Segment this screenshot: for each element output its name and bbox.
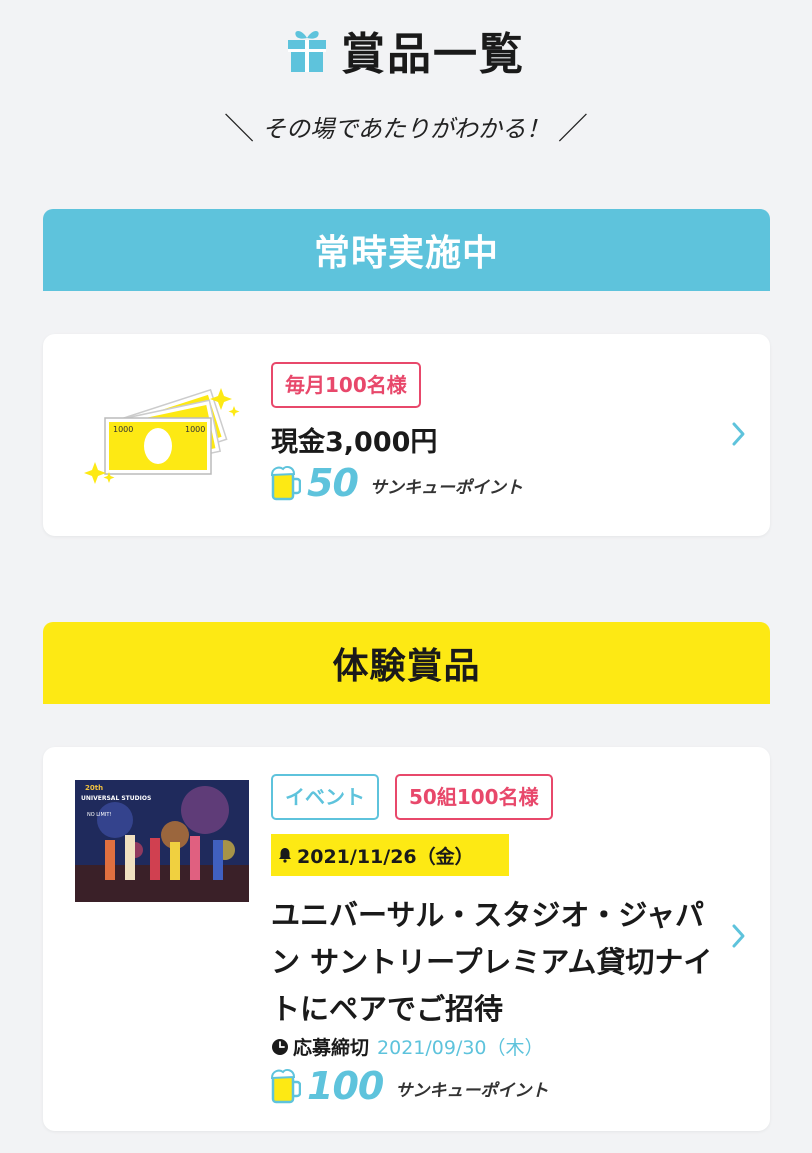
svg-text:UNIVERSAL STUDIOS: UNIVERSAL STUDIOS [81, 795, 151, 802]
bell-icon [279, 848, 291, 863]
prize-content: イベント 50組100名様 2021/11/26（金） ユニバーサル・スタジオ・… [271, 774, 716, 1108]
chevron-right-icon[interactable] [730, 420, 748, 448]
subtitle-text: その場であたりがわかる！ [262, 114, 550, 143]
backslash-decoration: ＼ [224, 112, 255, 147]
svg-text:1000: 1000 [185, 425, 205, 434]
deadline-date: 2021/09/30（木） [377, 1037, 544, 1059]
page-header: 賞品一覧 ＼ その場であたりがわかる！ ／ [0, 18, 812, 148]
prize-content: 毎月100名様 現金3,000円 50 サンキューポイント [271, 362, 523, 505]
points-unit: サンキューポイント [395, 1081, 549, 1101]
section-banner-always: 常時実施中 [43, 209, 770, 291]
points-row: 50 サンキューポイント [271, 461, 523, 505]
chevron-right-icon[interactable] [730, 922, 748, 950]
tag-row: イベント 50組100名様 [271, 774, 716, 820]
event-date: 2021/11/26（金） [297, 845, 474, 868]
points-value: 100 [307, 1064, 384, 1108]
page-title: 賞品一覧 [341, 29, 525, 80]
section-banner-experience: 体験賞品 [43, 622, 770, 704]
points-value: 50 [307, 461, 359, 505]
title-row: 賞品一覧 [0, 18, 812, 82]
quantity-tag: 50組100名様 [395, 774, 553, 820]
slash-decoration: ／ [557, 112, 588, 147]
points-row: 100 サンキューポイント [271, 1064, 716, 1108]
clock-icon [272, 1038, 288, 1055]
gift-icon [288, 31, 326, 72]
prize-name: 現金3,000円 [271, 427, 438, 458]
deadline-row: 応募締切 2021/09/30（木） [271, 1033, 716, 1060]
prize-card-usj[interactable]: 20th UNIVERSAL STUDIOS NO LIMIT! イベント 50… [43, 747, 770, 1131]
prize-name: ユニバーサル・スタジオ・ジャパン サントリープレミアム貸切ナイトにペアでご招待 [271, 898, 713, 1026]
svg-text:20th: 20th [85, 784, 103, 792]
deadline-label: 応募締切 [293, 1037, 370, 1059]
page-subtitle: ＼ その場であたりがわかる！ ／ [0, 104, 812, 148]
svg-text:1000: 1000 [113, 425, 133, 434]
beer-mug-icon [271, 465, 301, 501]
points-unit: サンキューポイント [369, 478, 523, 498]
cash-bills-image: 1000 1000 [84, 388, 240, 484]
event-date-badge: 2021/11/26（金） [271, 834, 509, 876]
svg-text:NO LIMIT!: NO LIMIT! [87, 812, 111, 818]
usj-event-photo: 20th UNIVERSAL STUDIOS NO LIMIT! [75, 780, 249, 902]
tag-row: 毎月100名様 [271, 362, 523, 408]
prize-card-cash[interactable]: 1000 1000 毎月100名様 現金3,000円 50 サンキューポイント [43, 334, 770, 536]
category-tag: イベント [271, 774, 379, 820]
quantity-tag: 毎月100名様 [271, 362, 421, 408]
beer-mug-icon [271, 1068, 301, 1104]
